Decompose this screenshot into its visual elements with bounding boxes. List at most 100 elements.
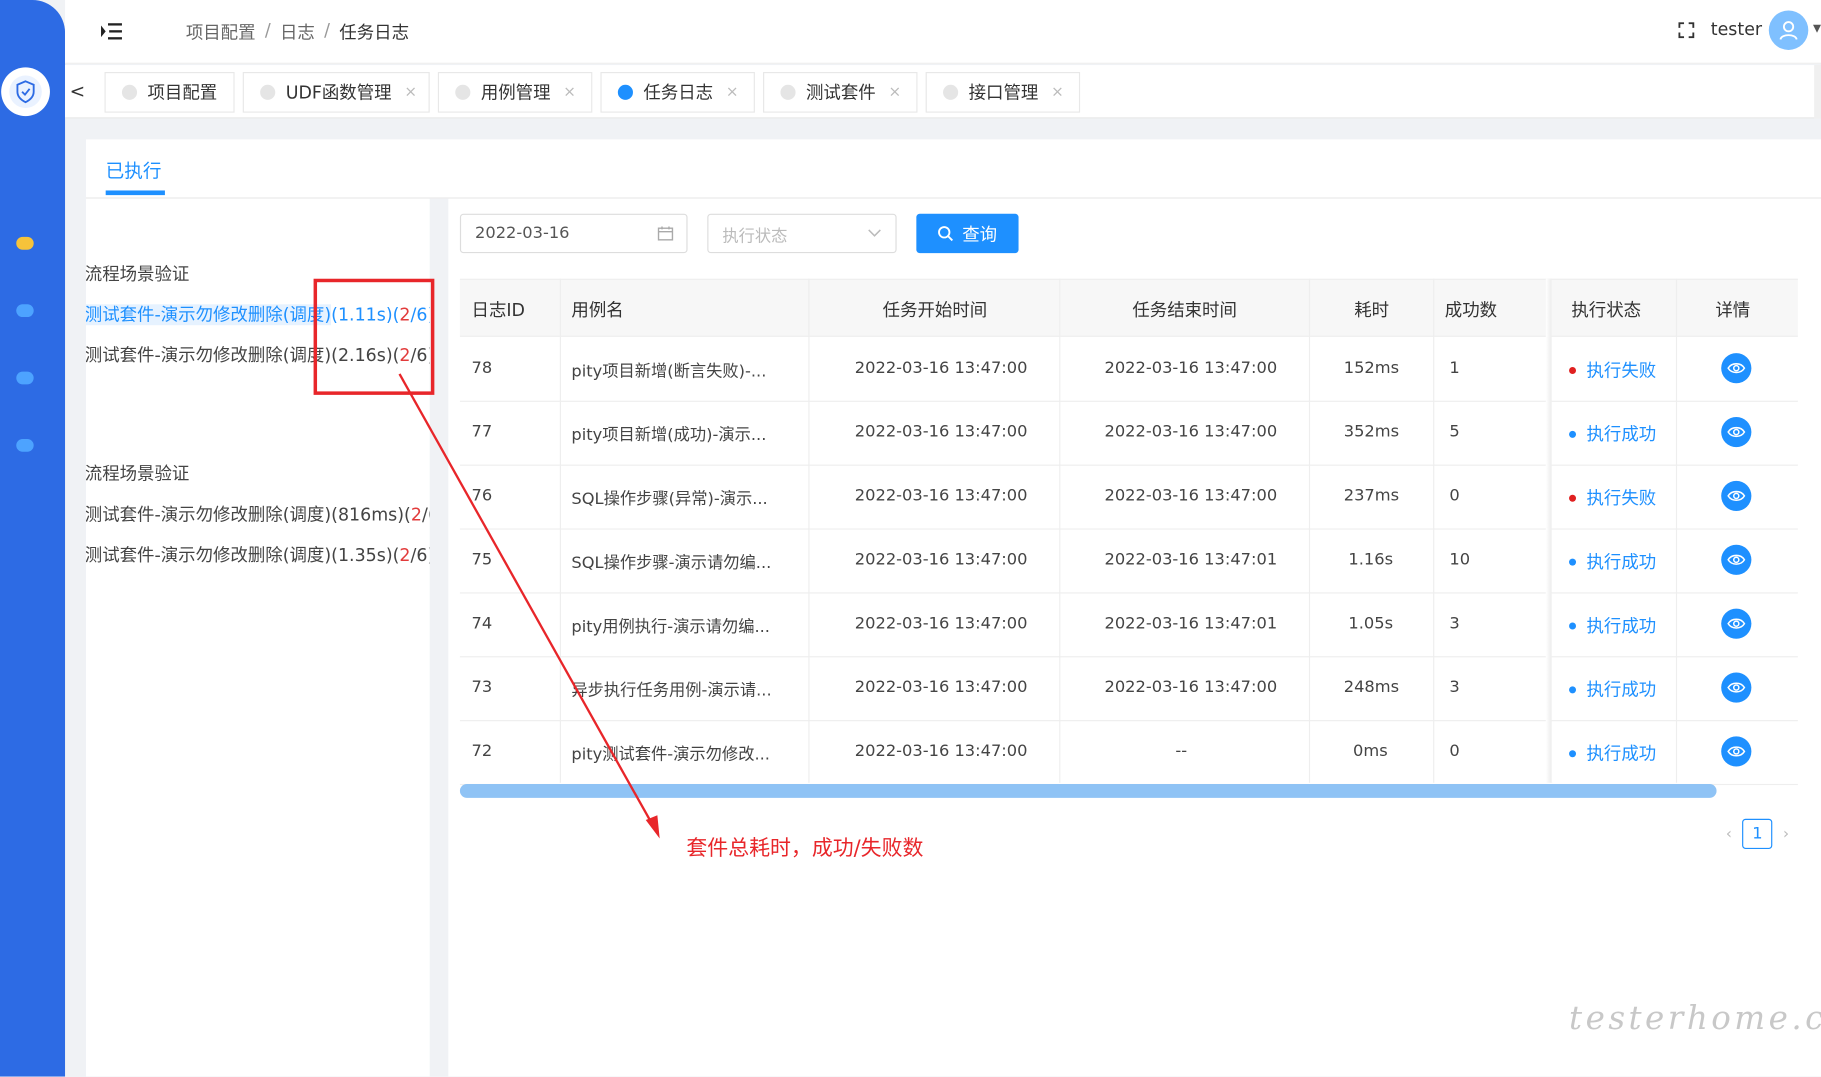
cell-name: SQL操作步骤(异常)-演示... [571,490,768,509]
tree-item-paren: )( [397,504,411,525]
cell-end: 2022-03-16 13:47:00 [1104,486,1278,506]
breadcrumb-separator: / [264,19,271,41]
app-root: 项目配置 / 日志 / 任务日志 tester ▼ < 项目配置 UDF函数管理… [0,0,1821,1077]
app-logo[interactable] [1,67,50,117]
col-case-name: 用例名 [571,299,624,321]
tab-task-log[interactable]: 任务日志 × [600,72,755,113]
eye-icon [1727,682,1746,693]
status-dot [1569,430,1577,438]
sidebar-item-2[interactable] [16,304,34,318]
page-item-current[interactable]: 1 [1742,818,1773,849]
next-page-icon[interactable]: › [1783,825,1789,842]
tab-udf[interactable]: UDF函数管理 × [242,72,430,113]
status-dot [1569,366,1577,374]
user-avatar[interactable] [1768,10,1809,50]
cell-cost: 248ms [1343,678,1400,697]
cell-name: 异步执行任务用例-演示请... [571,681,772,701]
cell-cost: 1.05s [1348,614,1394,633]
status-cell[interactable]: 执行成功 [1569,613,1656,637]
cell-success: 1 [1449,358,1460,378]
status-text: 执行失败 [1586,360,1657,381]
status-dot [1569,558,1577,566]
status-cell[interactable]: 执行成功 [1569,422,1656,446]
username[interactable]: tester [1711,19,1762,40]
cell-name: pity项目新增(断言失败)-... [571,362,767,381]
sidebar-item-4[interactable] [16,439,34,452]
tab-test-suite[interactable]: 测试套件 × [763,72,918,113]
cell-id: 76 [471,486,493,506]
status-text: 执行成功 [1586,423,1657,445]
status-cell[interactable]: 执行失败 [1569,358,1656,382]
cell-cost: 1.16s [1348,550,1394,570]
close-icon[interactable]: × [726,84,739,101]
tree-group-label: 流程场景验证 [85,263,190,285]
cell-start: 2022-03-16 13:47:00 [854,742,1028,761]
view-detail-button[interactable] [1721,480,1752,512]
tree-item[interactable]: 测试套件-演示勿修改删除(调度)(1.35s)(2/6) [86,542,430,566]
tree-item[interactable]: 测试套件-演示勿修改删除(调度)(816ms)(2/6) [86,502,430,526]
breadcrumb-log[interactable]: 日志 [280,20,315,44]
close-icon[interactable]: × [404,84,417,101]
eye-icon [1727,426,1746,438]
tab-project-config[interactable]: 项目配置 [104,72,235,113]
status-select[interactable]: 执行状态 [707,213,897,254]
chevron-down-icon [868,229,881,237]
chevron-down-icon[interactable]: ▼ [1813,23,1821,35]
close-icon[interactable]: × [563,84,576,101]
tree-item-time-open: ( [331,544,338,566]
annotation-box [313,278,435,395]
cell-success: 0 [1449,486,1460,506]
fixed-row: 执行失败 [1551,338,1798,402]
tab-api-manage[interactable]: 接口管理 × [925,72,1081,113]
close-icon[interactable]: × [1051,84,1064,101]
view-detail-button[interactable] [1721,544,1752,575]
sidebar-item-3[interactable] [16,371,34,385]
status-text: 执行成功 [1586,551,1657,573]
fixed-row: 执行成功 [1552,721,1798,783]
tab-label: 测试套件 [806,82,876,104]
chevron-left-icon[interactable]: < [70,80,86,102]
cell-success: 3 [1449,614,1460,633]
status-cell[interactable]: 执行成功 [1569,677,1656,701]
tab-status-dot [121,84,138,100]
status-text: 执行成功 [1586,743,1657,765]
eye-icon [1727,618,1746,629]
close-icon[interactable]: × [888,84,901,101]
eye-icon [1727,490,1746,502]
tab-case-manage[interactable]: 用例管理 × [437,72,593,113]
tree-item-time: 1.35s [337,544,386,566]
breadcrumb-project-config[interactable]: 项目配置 [186,20,256,44]
tab-executed[interactable]: 已执行 [106,156,162,184]
tab-status-dot [455,84,471,100]
fullscreen-icon[interactable] [1678,22,1695,39]
tree-group-title[interactable]: 流程场景验证 [86,461,189,485]
date-picker[interactable]: 2022-03-16 [459,213,688,254]
cell-id: 74 [471,614,493,633]
cell-end: 2022-03-16 13:47:01 [1104,550,1278,570]
cell-success: 3 [1449,678,1460,697]
prev-page-icon[interactable]: ‹ [1726,825,1732,842]
status-cell[interactable]: 执行成功 [1569,549,1656,573]
tree-group-title[interactable]: 流程场景验证 [86,261,189,285]
sidebar-item-1[interactable] [16,236,34,250]
cell-end: 2022-03-16 13:47:01 [1104,614,1278,633]
cell-name: pity用例执行-演示请勿编... [571,617,770,637]
fixed-row: 执行成功 [1551,530,1798,594]
view-detail-button[interactable] [1721,416,1752,448]
view-detail-button[interactable] [1721,353,1752,384]
cell-start: 2022-03-16 13:47:00 [854,422,1028,442]
fixed-row: 执行成功 [1551,657,1798,722]
tab-status-dot [943,84,959,100]
view-detail-button[interactable] [1721,608,1752,639]
query-button[interactable]: 查询 [916,213,1019,254]
tab-status-dot [617,84,633,100]
status-cell[interactable]: 执行失败 [1569,485,1656,509]
tree-item-success: 2 [410,504,422,525]
tab-active-indicator [105,190,165,196]
view-detail-button[interactable] [1721,672,1752,703]
menu-fold-icon[interactable] [99,19,125,45]
status-cell[interactable]: 执行成功 [1569,741,1656,765]
fixed-row: 执行成功 [1551,402,1798,466]
view-detail-button[interactable] [1721,736,1752,767]
horizontal-scrollbar[interactable] [459,783,1717,798]
